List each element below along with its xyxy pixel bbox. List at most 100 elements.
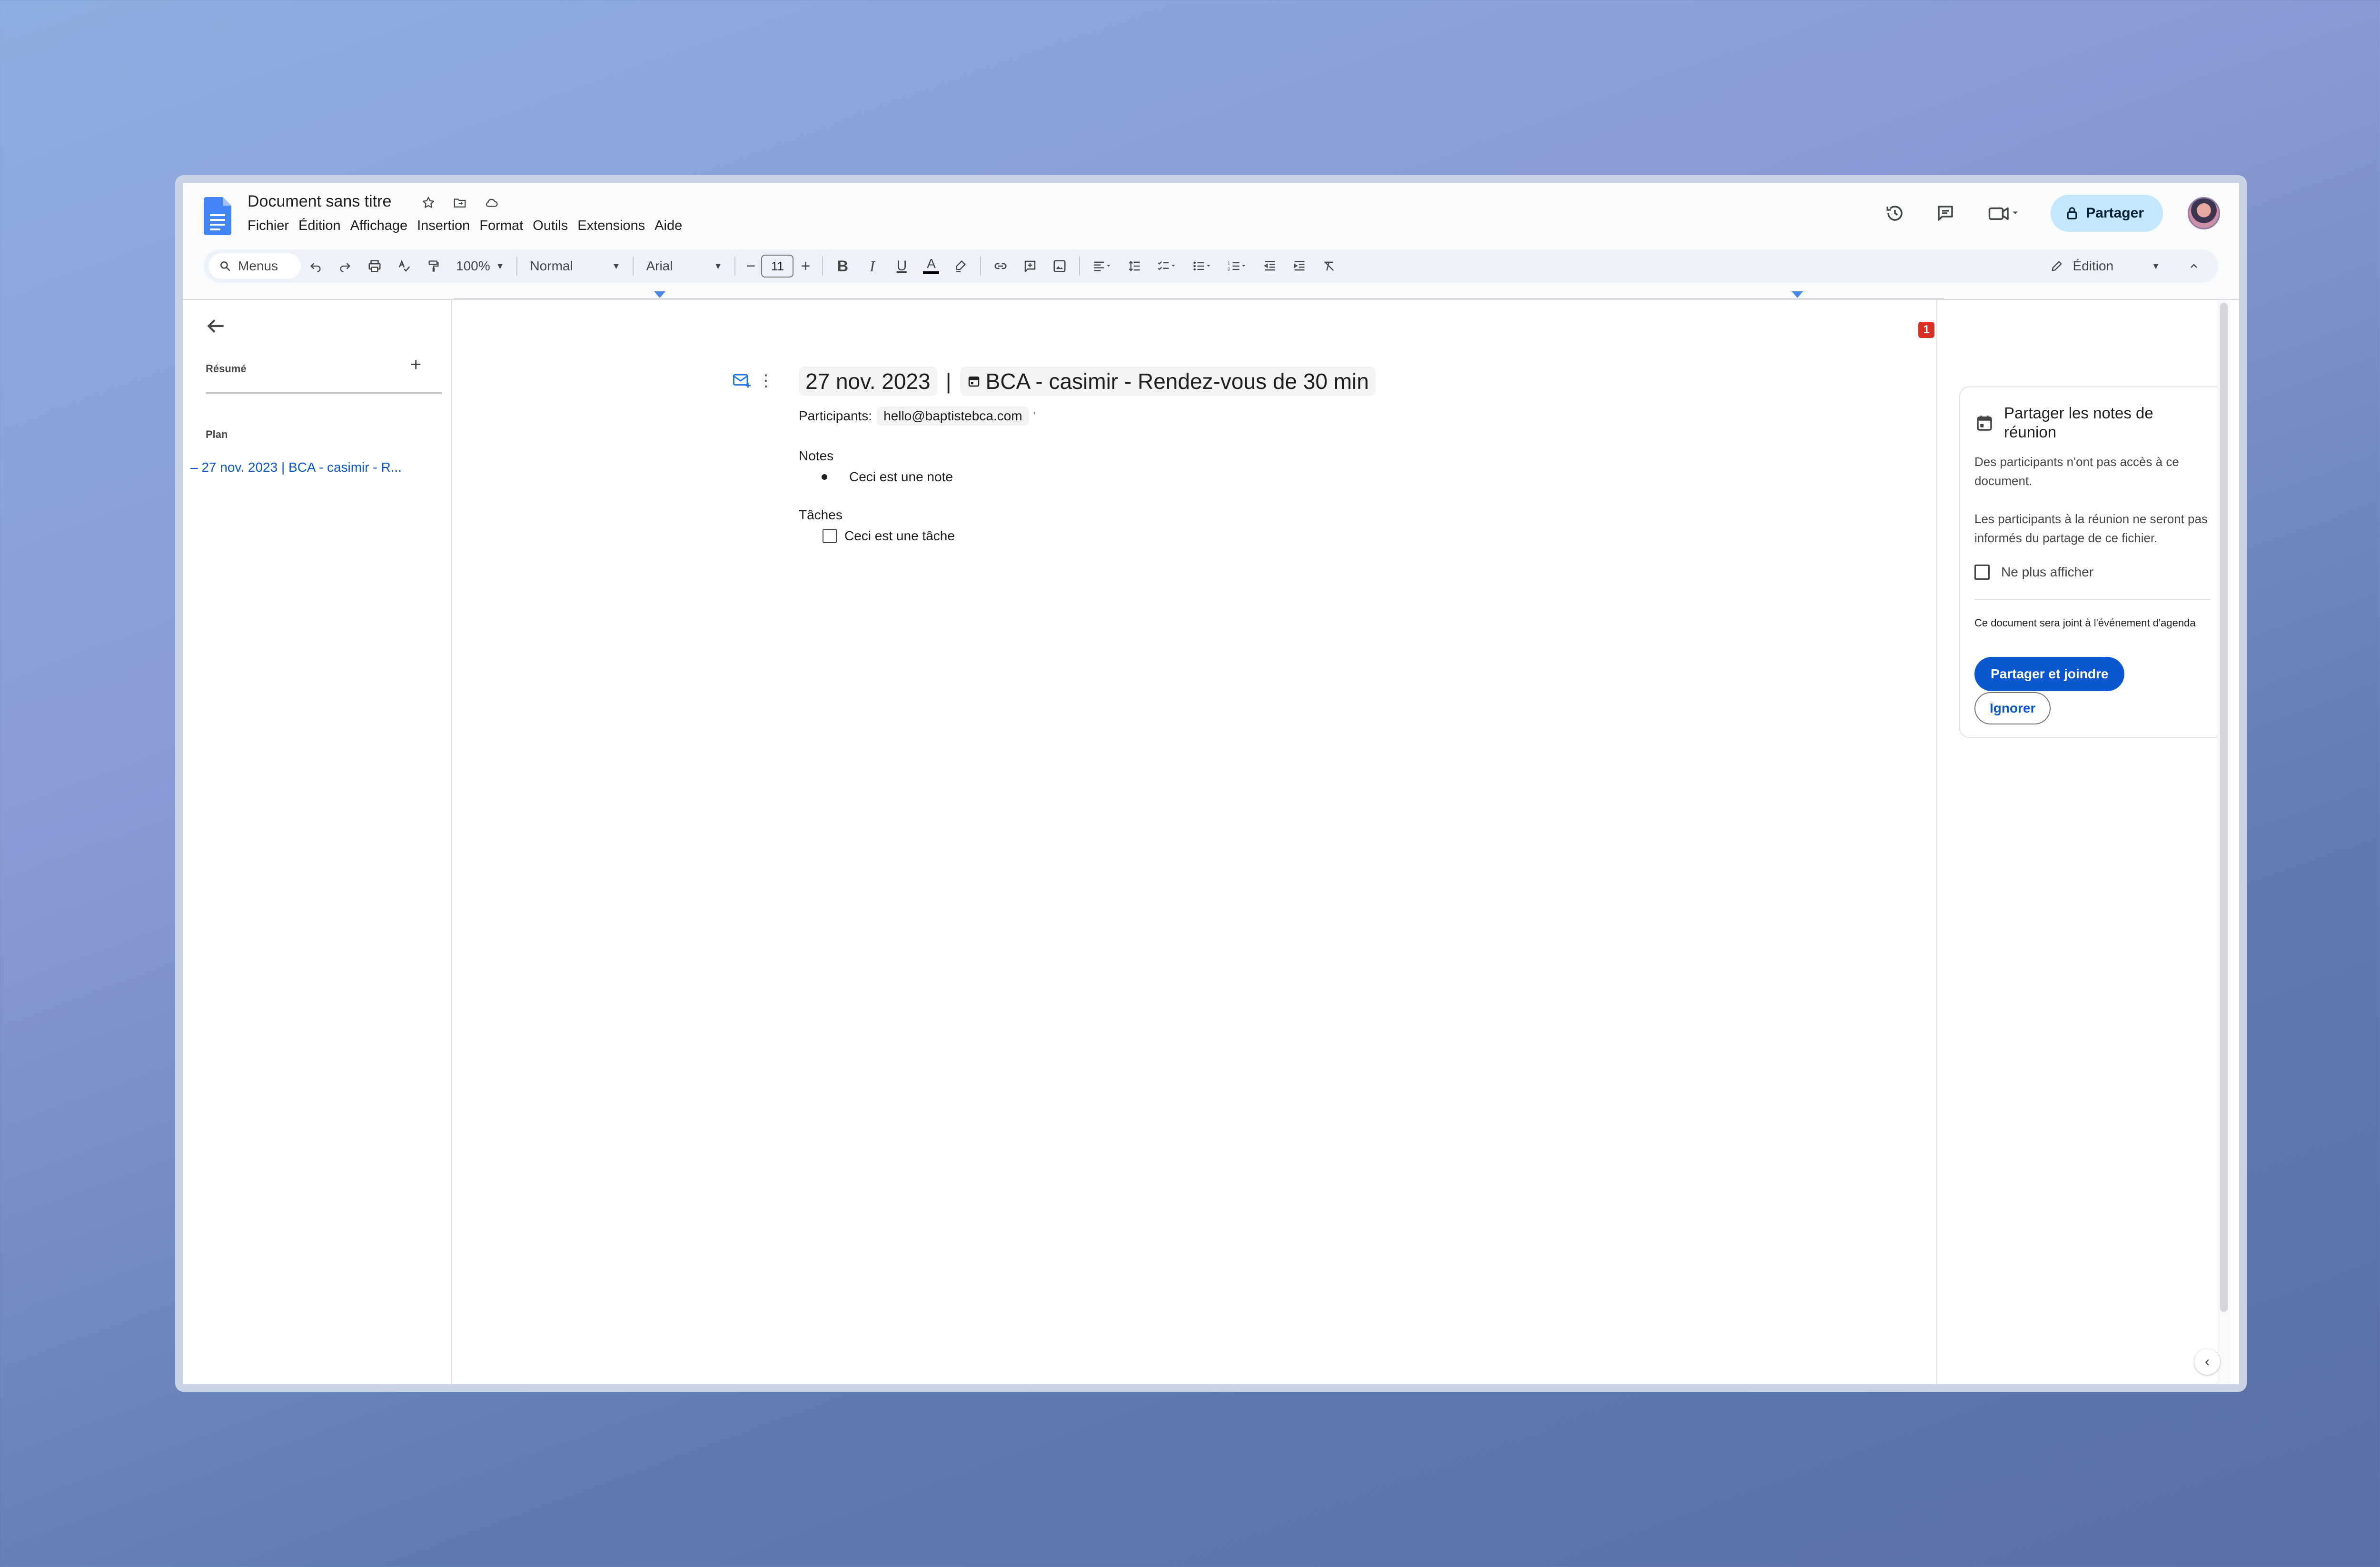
print-icon[interactable] (360, 253, 389, 279)
date-chip[interactable]: 27 nov. 2023 (799, 367, 937, 396)
calendar-event-chip[interactable]: BCA - casimir - Rendez-vous de 30 min (960, 367, 1376, 396)
increase-indent-icon[interactable] (1285, 253, 1314, 279)
font-size-decrease-icon[interactable]: − (740, 253, 761, 279)
undo-icon[interactable] (301, 253, 330, 279)
insert-image-icon[interactable] (1045, 253, 1074, 279)
bold-icon[interactable]: B (828, 253, 857, 279)
docs-window: Document sans titre Fichier Édition Affi… (175, 175, 2247, 1392)
task-item: Ceci est une tâche (799, 528, 1376, 544)
left-indent-marker[interactable] (654, 291, 665, 298)
attach-note: Ce document sera joint à l'événement d'a… (1974, 617, 2196, 629)
tasks-heading: Tâches (799, 507, 843, 522)
back-arrow-icon[interactable] (204, 314, 228, 338)
menu-edition[interactable]: Édition (294, 216, 346, 236)
menu-format[interactable]: Format (475, 216, 528, 236)
formatting-toolbar: Menus 100% ▼ Normal ▼ Arial ▼ − 11 + B I U … (204, 249, 2218, 283)
outline-label: Plan (206, 428, 228, 440)
clear-formatting-icon[interactable] (1314, 253, 1344, 279)
style-select[interactable]: Normal ▼ (522, 258, 628, 274)
horizontal-ruler[interactable] (454, 291, 1944, 299)
calendar-icon (968, 377, 979, 387)
text-color-icon[interactable]: A (916, 253, 946, 279)
numbered-list-icon[interactable]: 12 (1220, 253, 1255, 279)
divider (206, 392, 442, 394)
line-spacing-icon[interactable] (1120, 253, 1150, 279)
calendar-icon (1974, 413, 1994, 433)
menu-bar: Fichier Édition Affichage Insertion Form… (248, 216, 687, 236)
toolbar-divider (633, 257, 634, 276)
docs-logo-icon[interactable] (204, 197, 231, 235)
editor-area: Résumé + Plan – 27 nov. 2023 | BCA - cas… (183, 299, 2239, 1384)
version-history-icon[interactable] (1882, 200, 1908, 226)
document-page[interactable]: ⋮ 27 nov. 2023 | BCA - casimir - Rendez-… (733, 367, 1376, 544)
summary-label: Résumé (206, 363, 247, 375)
font-select[interactable]: Arial ▼ (638, 258, 730, 274)
participant-chip[interactable]: hello@baptistebca.com (877, 407, 1029, 426)
menu-fichier[interactable]: Fichier (248, 216, 294, 236)
title-separator: | (945, 369, 952, 394)
note-text: Ceci est une note (849, 469, 953, 484)
checkbox-label: Ne plus afficher (2001, 565, 2094, 579)
highlight-color-icon[interactable] (946, 253, 975, 279)
editing-mode-select[interactable]: Édition ▼ (2031, 258, 2179, 274)
star-icon[interactable] (420, 194, 437, 211)
meeting-title-line: 27 nov. 2023 | BCA - casimir - Rendez-vo… (799, 367, 1376, 396)
avatar[interactable] (2188, 197, 2220, 229)
redo-icon[interactable] (330, 253, 360, 279)
add-comment-icon[interactable] (1015, 253, 1045, 279)
checklist-icon[interactable] (1150, 253, 1185, 279)
add-summary-icon[interactable]: + (410, 354, 421, 376)
card-paragraph-notify: Les participants à la réunion ne seront … (1974, 512, 2208, 545)
text-cursor: ' (1033, 410, 1036, 422)
menu-aide[interactable]: Aide (650, 216, 687, 236)
document-title[interactable]: Document sans titre (248, 192, 391, 211)
right-indent-marker[interactable] (1792, 291, 1803, 298)
task-checkbox[interactable] (823, 529, 837, 543)
outline-item[interactable]: – 27 nov. 2023 | BCA - casimir - R... (190, 460, 402, 475)
paint-format-icon[interactable] (419, 253, 448, 279)
collapse-side-panel-chevron-left-icon[interactable]: ‹ (2194, 1349, 2220, 1375)
hide-menus-chevron-up-icon[interactable] (2179, 253, 2209, 279)
share-and-attach-button[interactable]: Partager et joindre (1974, 657, 2125, 691)
chevron-down-icon: ▼ (496, 261, 505, 271)
checkbox-box[interactable] (1974, 565, 1990, 580)
app-header: Document sans titre Fichier Édition Affi… (183, 183, 2239, 249)
spellcheck-icon[interactable] (389, 253, 419, 279)
dont-show-again-checkbox[interactable]: Ne plus afficher (1974, 565, 2093, 580)
vertical-scrollbar[interactable] (2217, 300, 2231, 1384)
email-draft-icon[interactable] (733, 373, 752, 388)
search-menus-input[interactable]: Menus (208, 253, 301, 279)
italic-icon[interactable]: I (857, 253, 887, 279)
share-notes-card: Partager les notes de réunion Des partic… (1959, 387, 2226, 738)
font-value: Arial (646, 258, 673, 273)
align-icon[interactable] (1085, 253, 1120, 279)
calendar-event-title: BCA - casimir - Rendez-vous de 30 min (985, 369, 1369, 394)
menu-affichage[interactable]: Affichage (346, 216, 412, 236)
menu-extensions[interactable]: Extensions (573, 216, 650, 236)
decrease-indent-icon[interactable] (1255, 253, 1285, 279)
share-button[interactable]: Partager (2051, 195, 2163, 232)
move-folder-icon[interactable] (451, 194, 468, 211)
card-paragraph-access: Des participants n'ont pas accès à ce do… (1974, 455, 2179, 488)
underline-icon[interactable]: U (887, 253, 916, 279)
toolbar-divider (1079, 257, 1081, 276)
zoom-select[interactable]: 100% ▼ (448, 258, 512, 274)
font-size-increase-icon[interactable]: + (793, 253, 817, 279)
more-options-icon[interactable]: ⋮ (758, 373, 774, 389)
bulleted-list-icon[interactable] (1185, 253, 1220, 279)
comments-icon[interactable] (1933, 200, 1958, 226)
chevron-down-icon: ▼ (2152, 261, 2160, 271)
meet-video-icon[interactable] (1983, 200, 2026, 226)
comment-count-badge[interactable]: 1 (1918, 322, 1934, 338)
chevron-down-icon: ▼ (612, 261, 621, 271)
ignore-button[interactable]: Ignorer (1974, 692, 2051, 724)
editing-mode-label: Édition (2073, 258, 2114, 273)
lock-icon (2067, 207, 2077, 219)
font-size-input[interactable]: 11 (761, 255, 794, 278)
menu-outils[interactable]: Outils (528, 216, 573, 236)
card-title: Partager les notes de réunion (2004, 404, 2153, 441)
insert-link-icon[interactable] (986, 253, 1015, 279)
menu-insertion[interactable]: Insertion (412, 216, 475, 236)
cloud-saved-icon[interactable] (483, 194, 500, 211)
scrollbar-thumb[interactable] (2220, 303, 2228, 1312)
